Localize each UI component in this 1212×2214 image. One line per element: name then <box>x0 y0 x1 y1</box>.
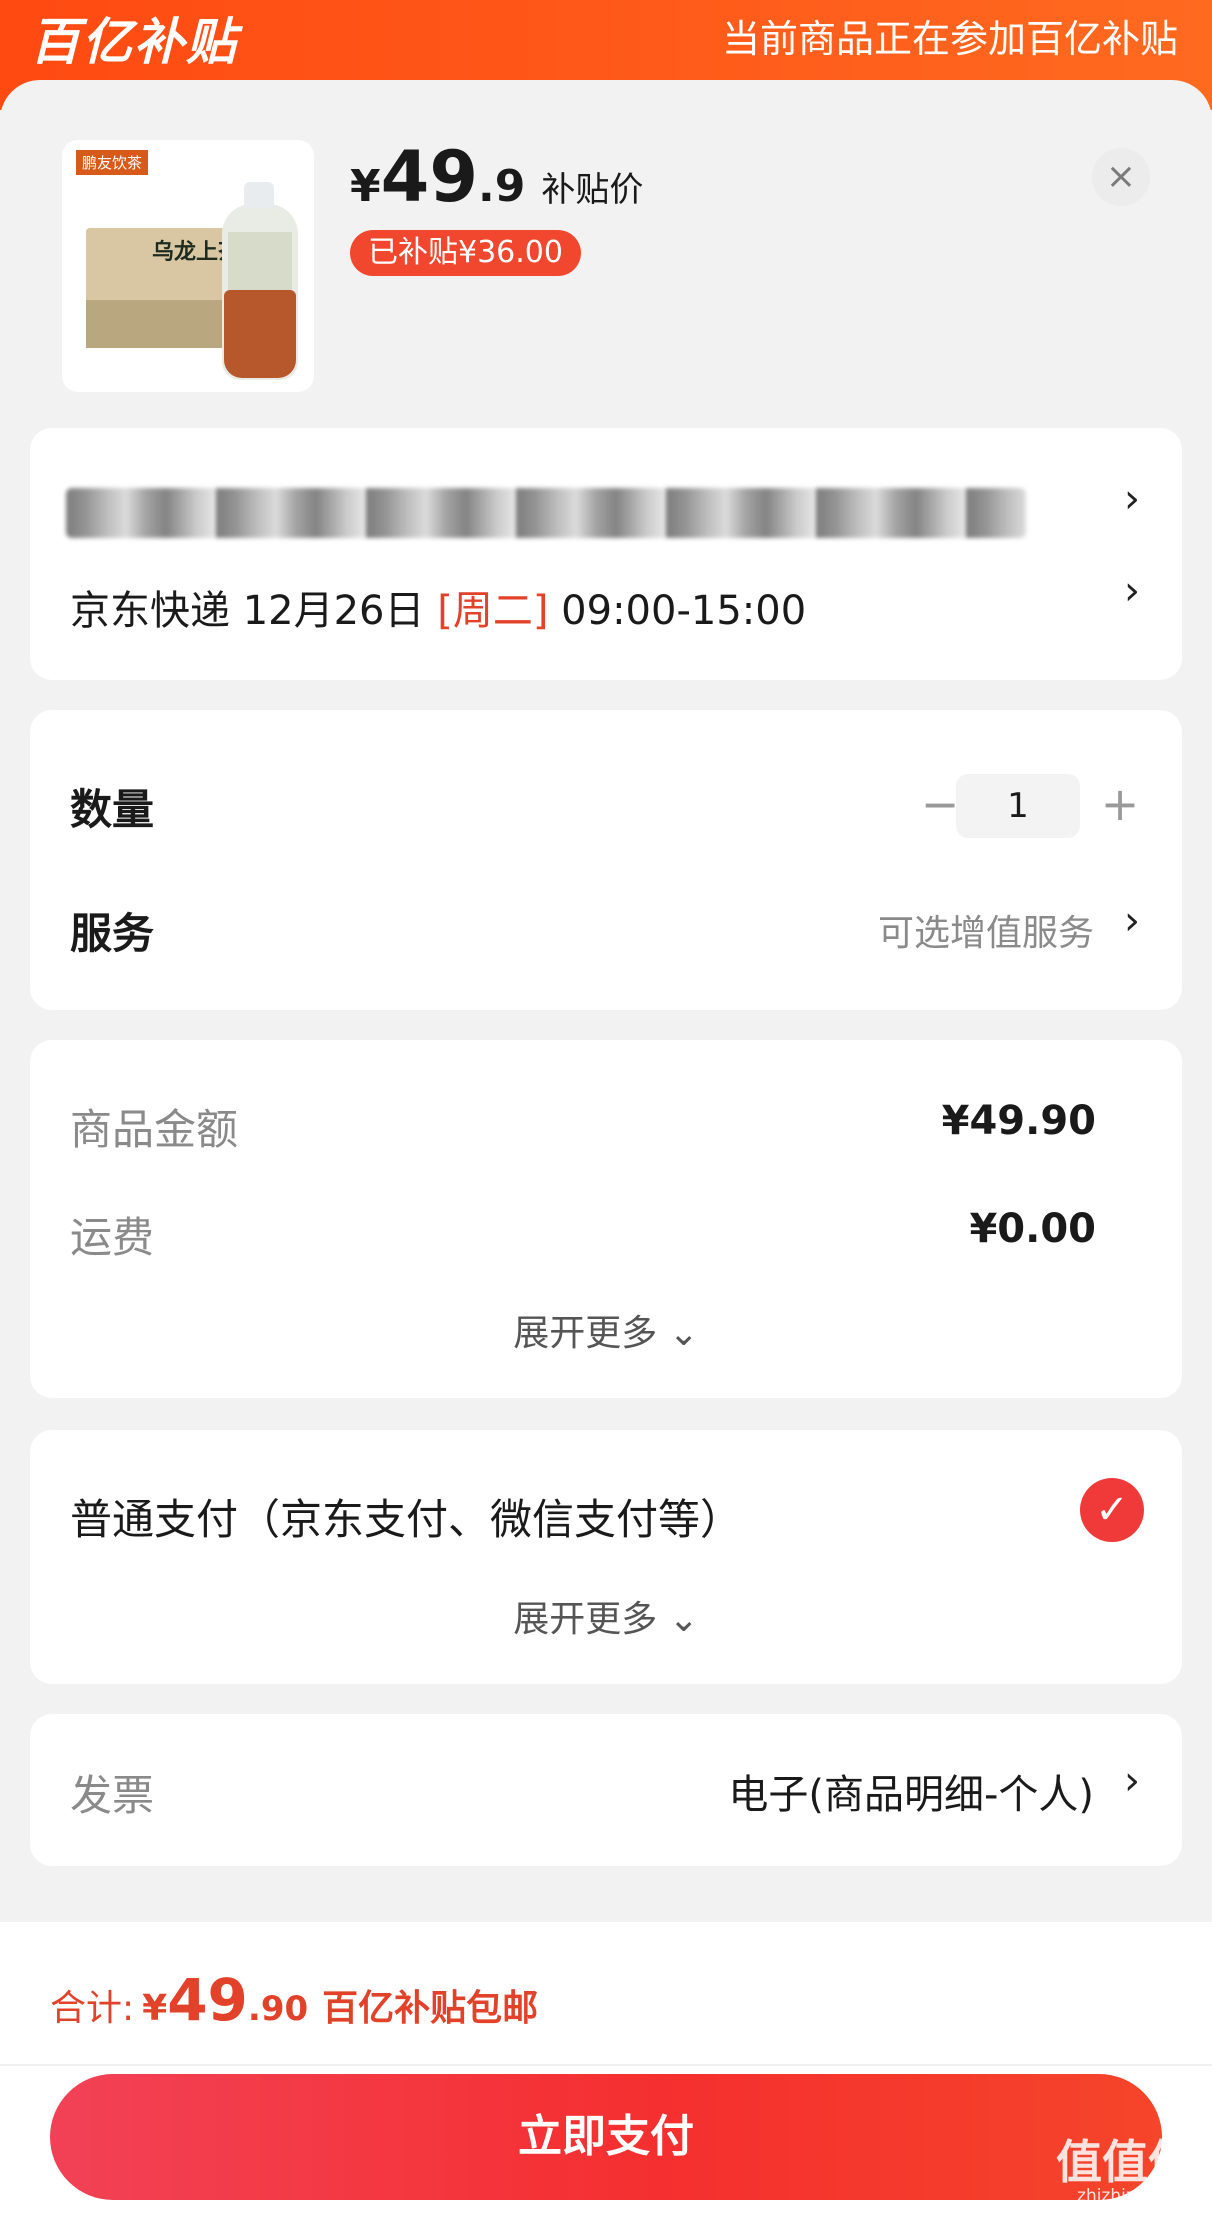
price-decimal: .9 <box>478 161 526 212</box>
product-thumbnail[interactable]: 鹏友饮茶 乌龙上茶 <box>62 140 314 392</box>
address-redacted[interactable] <box>66 488 1026 538</box>
bottle-liquid <box>224 290 296 378</box>
chevron-right-icon[interactable]: › <box>1124 898 1140 944</box>
service-hint[interactable]: 可选增值服务 <box>878 904 1094 956</box>
checkout-footer: 合计: ¥ 49 .90 百亿补贴包邮 立即支付 <box>0 1922 1212 2214</box>
expand-more-button[interactable]: 展开更多 ⌄ <box>30 1304 1182 1356</box>
amount-card: 商品金额 ¥49.90 运费 ¥0.00 展开更多 ⌄ <box>30 1040 1182 1398</box>
bottle-label <box>228 232 292 290</box>
brand-logo: 百亿补贴 <box>30 13 238 71</box>
subsidy-badge: 已补贴¥36.00 <box>350 230 581 276</box>
bottle-cap <box>244 182 274 208</box>
quantity-label: 数量 <box>70 785 155 834</box>
delivery-time[interactable]: 京东快递 12月26日 [周二] 09:00-15:00 <box>70 578 806 636</box>
close-button[interactable]: × <box>1092 148 1150 206</box>
thumb-brand-tag: 鹏友饮茶 <box>76 150 149 175</box>
chevron-right-icon[interactable]: › <box>1124 476 1140 522</box>
quantity-input[interactable]: 1 <box>956 774 1080 838</box>
expand-more-button[interactable]: 展开更多 ⌄ <box>30 1590 1182 1642</box>
total-integer: 49 <box>167 1966 248 2034</box>
pay-now-button[interactable]: 立即支付 <box>50 2074 1162 2200</box>
watermark-url: zhizhizhi.com <box>1077 2186 1192 2206</box>
delivery-prefix: 京东快递 12月26日 <box>70 588 438 634</box>
invoice-value: 电子(商品明细-个人) <box>728 1772 1094 1818</box>
total-label: 合计: <box>50 1988 135 2029</box>
options-card: 数量 − 1 + 服务 可选增值服务 › <box>30 710 1182 1010</box>
watermark-logo: 值值值 <box>1056 2135 1194 2189</box>
payment-method[interactable]: 普通支付（京东支付、微信支付等） <box>70 1486 742 1547</box>
invoice-label: 发票 <box>70 1771 155 1820</box>
quantity-increase-button[interactable]: + <box>1090 774 1150 834</box>
free-shipping-note: 百亿补贴包邮 <box>322 1988 539 2029</box>
price-row: ¥ 49 .9 补贴价 <box>350 136 644 218</box>
divider <box>0 2064 1212 2066</box>
goods-amount-label: 商品金额 <box>70 1105 239 1154</box>
invoice-card[interactable]: 发票 电子(商品明细-个人) › <box>30 1714 1182 1866</box>
total-row: 合计: ¥ 49 .90 百亿补贴包邮 <box>50 1966 538 2034</box>
product-box-stripe <box>86 300 236 348</box>
chevron-right-icon[interactable]: › <box>1124 568 1140 614</box>
shipping-label: 运费 <box>70 1213 155 1262</box>
price-integer: 49 <box>380 136 479 218</box>
total-decimal: .90 <box>247 1989 309 2029</box>
total-currency: ¥ <box>142 1988 168 2029</box>
price-currency: ¥ <box>350 161 381 212</box>
chevron-right-icon[interactable]: › <box>1124 1758 1140 1804</box>
service-label: 服务 <box>70 909 155 958</box>
delivery-card: › 京东快递 12月26日 [周二] 09:00-15:00 › <box>30 428 1182 680</box>
goods-amount-value: ¥49.90 <box>941 1098 1096 1144</box>
payment-card: 普通支付（京东支付、微信支付等） ✓ 展开更多 ⌄ <box>30 1430 1182 1684</box>
check-icon[interactable]: ✓ <box>1080 1478 1144 1542</box>
shipping-value: ¥0.00 <box>969 1206 1096 1252</box>
delivery-weekday: [周二] <box>437 588 549 634</box>
banner-text: 当前商品正在参加百亿补贴 <box>721 17 1178 61</box>
price-label: 补贴价 <box>541 170 644 210</box>
delivery-window: 09:00-15:00 <box>548 588 807 634</box>
